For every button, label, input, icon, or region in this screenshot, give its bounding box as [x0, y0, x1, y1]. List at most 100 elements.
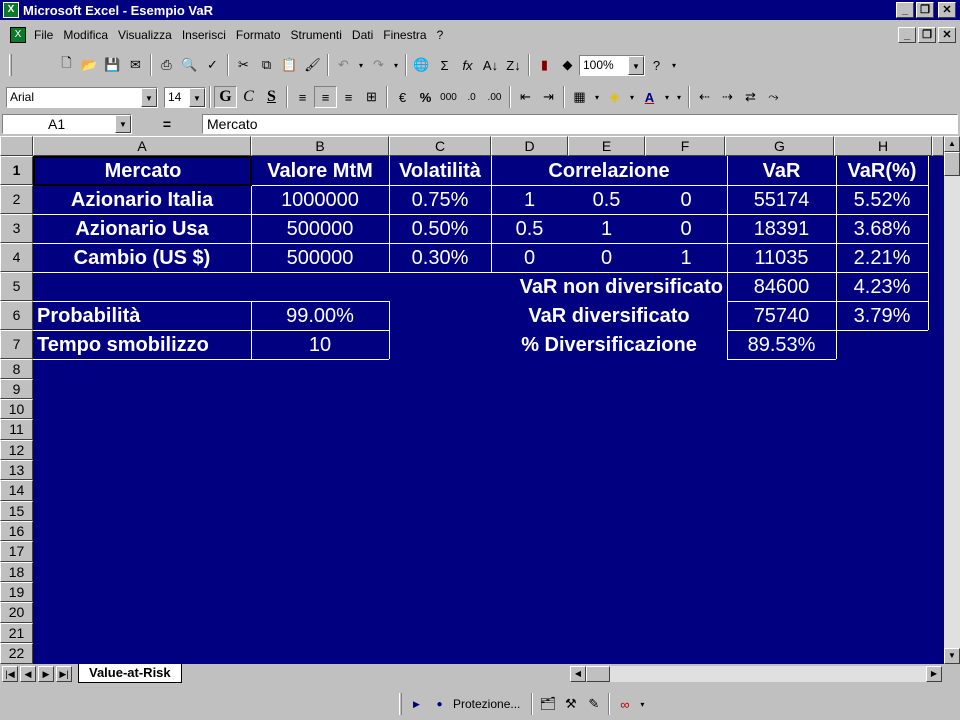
doc-restore-button[interactable]: ❐ — [918, 27, 936, 43]
thousands-button[interactable]: 000 — [437, 86, 460, 108]
toolbar-grip[interactable] — [9, 54, 12, 76]
hyperlink-icon[interactable]: 🌐 — [410, 54, 433, 76]
function-icon[interactable]: fx — [456, 54, 479, 76]
row-header-12[interactable]: 12 — [0, 440, 33, 460]
increase-decimal-icon[interactable]: .0 — [460, 86, 483, 108]
var-non-div-label[interactable]: VaR non diversificato — [400, 273, 727, 301]
name-box[interactable]: A1 ▼ — [2, 114, 132, 134]
row-header-18[interactable]: 18 — [0, 562, 33, 582]
zoom-select[interactable]: 100% ▼ — [579, 54, 645, 76]
formula-input[interactable]: Mercato — [202, 114, 958, 134]
align-right-icon[interactable]: ≡ — [337, 86, 360, 108]
var-cell[interactable]: 18391 — [727, 215, 836, 243]
var-pct-cell[interactable]: 2.21% — [836, 244, 928, 272]
format-painter-icon[interactable]: 🖌 — [301, 54, 324, 76]
asset-name-cell[interactable]: Azionario Usa — [33, 215, 251, 243]
minimize-button[interactable]: _ — [896, 2, 914, 18]
link-icon[interactable]: ∞ — [613, 693, 636, 715]
fill-dropdown-icon[interactable]: ▾ — [626, 86, 638, 108]
header-var[interactable]: VaR — [727, 157, 836, 185]
chevron-down-icon[interactable]: ▼ — [115, 115, 131, 133]
col-header-a[interactable]: A — [33, 136, 251, 156]
var-cell[interactable]: 11035 — [727, 244, 836, 272]
underline-button[interactable]: S — [260, 86, 283, 108]
horizontal-scrollbar[interactable]: ◀ ▶ — [570, 666, 942, 682]
row-header-19[interactable]: 19 — [0, 582, 33, 602]
restore-button[interactable]: ❐ — [916, 2, 934, 18]
spreadsheet-grid[interactable]: A B C D E F G H 1 2 3 4 5 6 7 8 9 10 11 … — [0, 136, 944, 664]
corr-cell[interactable]: 0 — [645, 215, 727, 243]
var-pct-cell[interactable]: 3.68% — [836, 215, 928, 243]
percent-button[interactable]: % — [414, 86, 437, 108]
var-div-label[interactable]: VaR diversificato — [491, 302, 727, 330]
col-header-f[interactable]: F — [645, 136, 725, 156]
chevron-down-icon[interactable]: ▼ — [628, 55, 644, 75]
tools-icon[interactable]: ⚒ — [559, 693, 582, 715]
scroll-right-icon[interactable]: ▶ — [926, 666, 942, 682]
font-color-icon[interactable]: A — [638, 86, 661, 108]
row-header-17[interactable]: 17 — [0, 541, 33, 562]
col-header-d[interactable]: D — [491, 136, 568, 156]
row-header-1[interactable]: 1 — [0, 156, 33, 185]
corr-cell[interactable]: 0 — [645, 186, 727, 214]
toolbar-options-icon[interactable]: ▾ — [636, 693, 648, 715]
excel-icon[interactable]: X — [3, 2, 19, 18]
doc-close-button[interactable]: ✕ — [938, 27, 956, 43]
var-div-value[interactable]: 75740 — [727, 302, 836, 330]
chevron-down-icon[interactable]: ▼ — [189, 87, 205, 107]
save-icon[interactable]: 💾 — [101, 54, 124, 76]
row-header-4[interactable]: 4 — [0, 243, 33, 272]
redo-icon[interactable]: ↷ — [367, 54, 390, 76]
corr-cell[interactable]: 1 — [568, 215, 645, 243]
spelling-icon[interactable]: ✓ — [201, 54, 224, 76]
row-header-13[interactable]: 13 — [0, 460, 33, 480]
asset-name-cell[interactable]: Cambio (US $) — [33, 244, 251, 272]
scroll-down-icon[interactable]: ▼ — [944, 648, 960, 664]
asset-valore-cell[interactable]: 500000 — [251, 215, 389, 243]
play-icon[interactable]: ▶ — [405, 693, 428, 715]
row-header-10[interactable]: 10 — [0, 399, 33, 419]
italic-button[interactable]: C — [237, 86, 260, 108]
share-icon[interactable]: 🗂 — [536, 693, 559, 715]
menu-inserisci[interactable]: Inserisci — [182, 28, 226, 42]
asset-vol-cell[interactable]: 0.30% — [389, 244, 491, 272]
close-button[interactable]: ✕ — [938, 2, 956, 18]
doc-minimize-button[interactable]: _ — [898, 27, 916, 43]
autosum-icon[interactable]: Σ — [433, 54, 456, 76]
decrease-decimal-icon[interactable]: .00 — [483, 86, 506, 108]
corr-cell[interactable]: 1 — [491, 186, 568, 214]
col-header-b[interactable]: B — [251, 136, 389, 156]
row-header-3[interactable]: 3 — [0, 214, 33, 243]
undo-dropdown-icon[interactable]: ▾ — [355, 54, 367, 76]
row-header-20[interactable]: 20 — [0, 602, 33, 623]
row-header-6[interactable]: 6 — [0, 301, 33, 330]
menu-formato[interactable]: Formato — [236, 28, 281, 42]
row-header-21[interactable]: 21 — [0, 623, 33, 643]
asset-vol-cell[interactable]: 0.75% — [389, 186, 491, 214]
fill-color-icon[interactable]: ◈ — [603, 86, 626, 108]
row-header-14[interactable]: 14 — [0, 480, 33, 501]
trace-dependents-icon[interactable]: ⇢ — [716, 86, 739, 108]
prev-sheet-icon[interactable]: ◀ — [20, 666, 36, 682]
row-header-22[interactable]: 22 — [0, 643, 33, 664]
chevron-down-icon[interactable]: ▼ — [141, 87, 157, 107]
row-header-11[interactable]: 11 — [0, 419, 33, 440]
header-correlazione[interactable]: Correlazione — [491, 157, 727, 185]
menu-modifica[interactable]: Modifica — [63, 28, 108, 42]
scroll-left-icon[interactable]: ◀ — [570, 666, 586, 682]
probabilita-value[interactable]: 99.00% — [251, 302, 389, 330]
protezione-button[interactable]: Protezione... — [453, 697, 520, 711]
col-header-h[interactable]: H — [834, 136, 932, 156]
corr-cell[interactable]: 0.5 — [491, 215, 568, 243]
tempo-value[interactable]: 10 — [251, 331, 389, 359]
var-cell[interactable]: 55174 — [727, 186, 836, 214]
asset-valore-cell[interactable]: 1000000 — [251, 186, 389, 214]
increase-indent-icon[interactable]: ⇥ — [537, 86, 560, 108]
corr-cell[interactable]: 1 — [645, 244, 727, 272]
menu-strumenti[interactable]: Strumenti — [291, 28, 342, 42]
trace-precedents-icon[interactable]: ⇠ — [693, 86, 716, 108]
header-valore[interactable]: Valore MtM — [251, 157, 389, 185]
pct-div-value[interactable]: 89.53% — [727, 331, 836, 359]
record-icon[interactable]: ● — [428, 693, 451, 715]
col-header-c[interactable]: C — [389, 136, 491, 156]
